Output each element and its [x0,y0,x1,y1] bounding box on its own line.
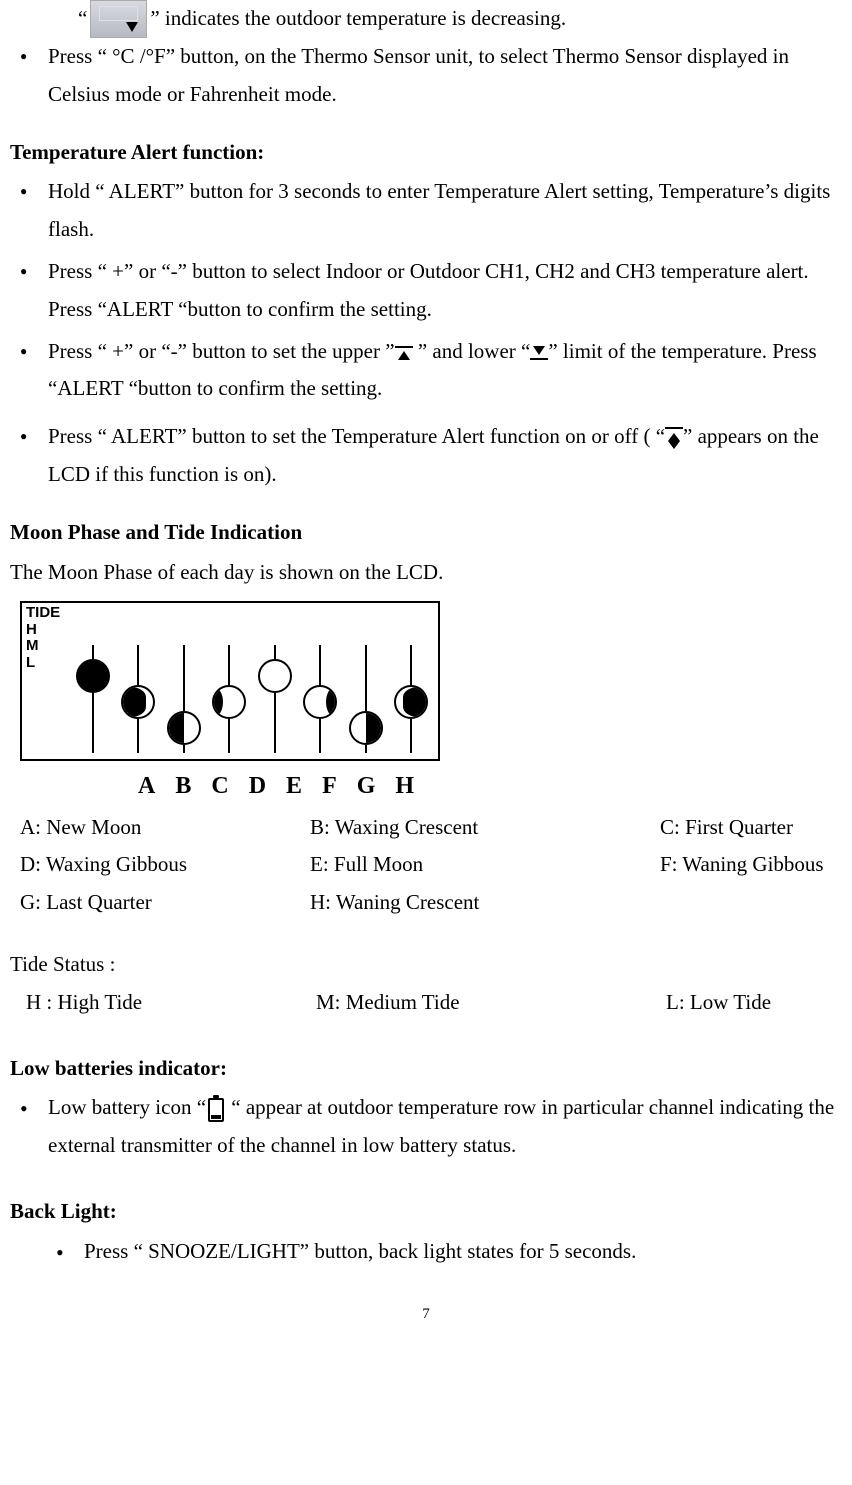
intro-bullets: Press “ °C /°F” button, on the Thermo Se… [10,38,842,114]
bullet-alert-select: Press “ +” or “-” button to select Indoo… [20,253,842,329]
moon-tide-diagram: TIDE H M L [20,601,440,761]
bullet-alert-limits: Press “ +” or “-” button to set the uppe… [20,333,842,409]
tide-h: H : High Tide [26,984,316,1022]
arrow-down-box-icon [90,0,147,38]
tide-scale-label: TIDE H M L [26,605,60,671]
arrow-decreasing-line: “ ” indicates the outdoor temperature is… [10,0,842,38]
page-number: 7 [10,1301,842,1328]
moon-h-icon [394,685,428,719]
temp-alert-bullets: Hold “ ALERT” button for 3 seconds to en… [10,173,842,493]
bullet-alert-onoff: Press “ ALERT” button to set the Tempera… [20,418,842,494]
upper-limit-icon [395,346,413,360]
legend-h: H: Waning Crescent [310,884,660,922]
moon-c-icon [167,711,201,745]
moon-e-icon [258,659,292,693]
bullet-alert-hold: Hold “ ALERT” button for 3 seconds to en… [20,173,842,249]
moon-g-icon [349,711,383,745]
tide-m: M: Medium Tide [316,984,666,1022]
alert-icon [665,427,683,449]
quote-open: “ [78,0,87,38]
moon-heading: Moon Phase and Tide Indication [10,514,842,552]
legend-a: A: New Moon [20,809,310,847]
bullet-low-battery: Low battery icon “ “ appear at outdoor t… [20,1089,842,1165]
moon-a-icon [76,659,110,693]
moon-d-icon [212,685,246,719]
low-battery-bullets: Low battery icon “ “ appear at outdoor t… [10,1089,842,1165]
moon-b-icon [121,685,155,719]
backlight-bullets: Press “ SNOOZE/LIGHT” button, back light… [10,1233,842,1271]
moons-row [72,645,432,753]
legend-f: F: Waning Gibbous [660,846,824,884]
moon-f-icon [303,685,337,719]
bullet-cf-button: Press “ °C /°F” button, on the Thermo Se… [20,38,842,114]
backlight-heading: Back Light: [10,1193,842,1231]
temp-alert-heading: Temperature Alert function: [10,134,842,172]
low-battery-icon [208,1098,224,1122]
legend-g: G: Last Quarter [20,884,310,922]
lower-limit-icon [530,346,548,360]
legend-d: D: Waxing Gibbous [20,846,310,884]
moon-legend-row2: D: Waxing Gibbous E: Full Moon F: Waning… [10,846,842,884]
bullet-backlight: Press “ SNOOZE/LIGHT” button, back light… [56,1233,842,1271]
tide-status-row: H : High Tide M: Medium Tide L: Low Tide [10,984,842,1022]
legend-e: E: Full Moon [310,846,660,884]
quote-close-plus-text: ” indicates the outdoor temperature is d… [150,0,566,38]
moon-legend-row3: G: Last Quarter H: Waning Crescent [10,884,842,922]
moon-desc: The Moon Phase of each day is shown on t… [10,554,842,592]
low-battery-heading: Low batteries indicator: [10,1050,842,1088]
tide-l: L: Low Tide [666,984,771,1022]
legend-c: C: First Quarter [660,809,793,847]
moon-letters: ABCDEFGH [138,765,842,808]
moon-legend-row1: A: New Moon B: Waxing Crescent C: First … [10,809,842,847]
tide-status-heading: Tide Status : [10,946,842,984]
legend-b: B: Waxing Crescent [310,809,660,847]
